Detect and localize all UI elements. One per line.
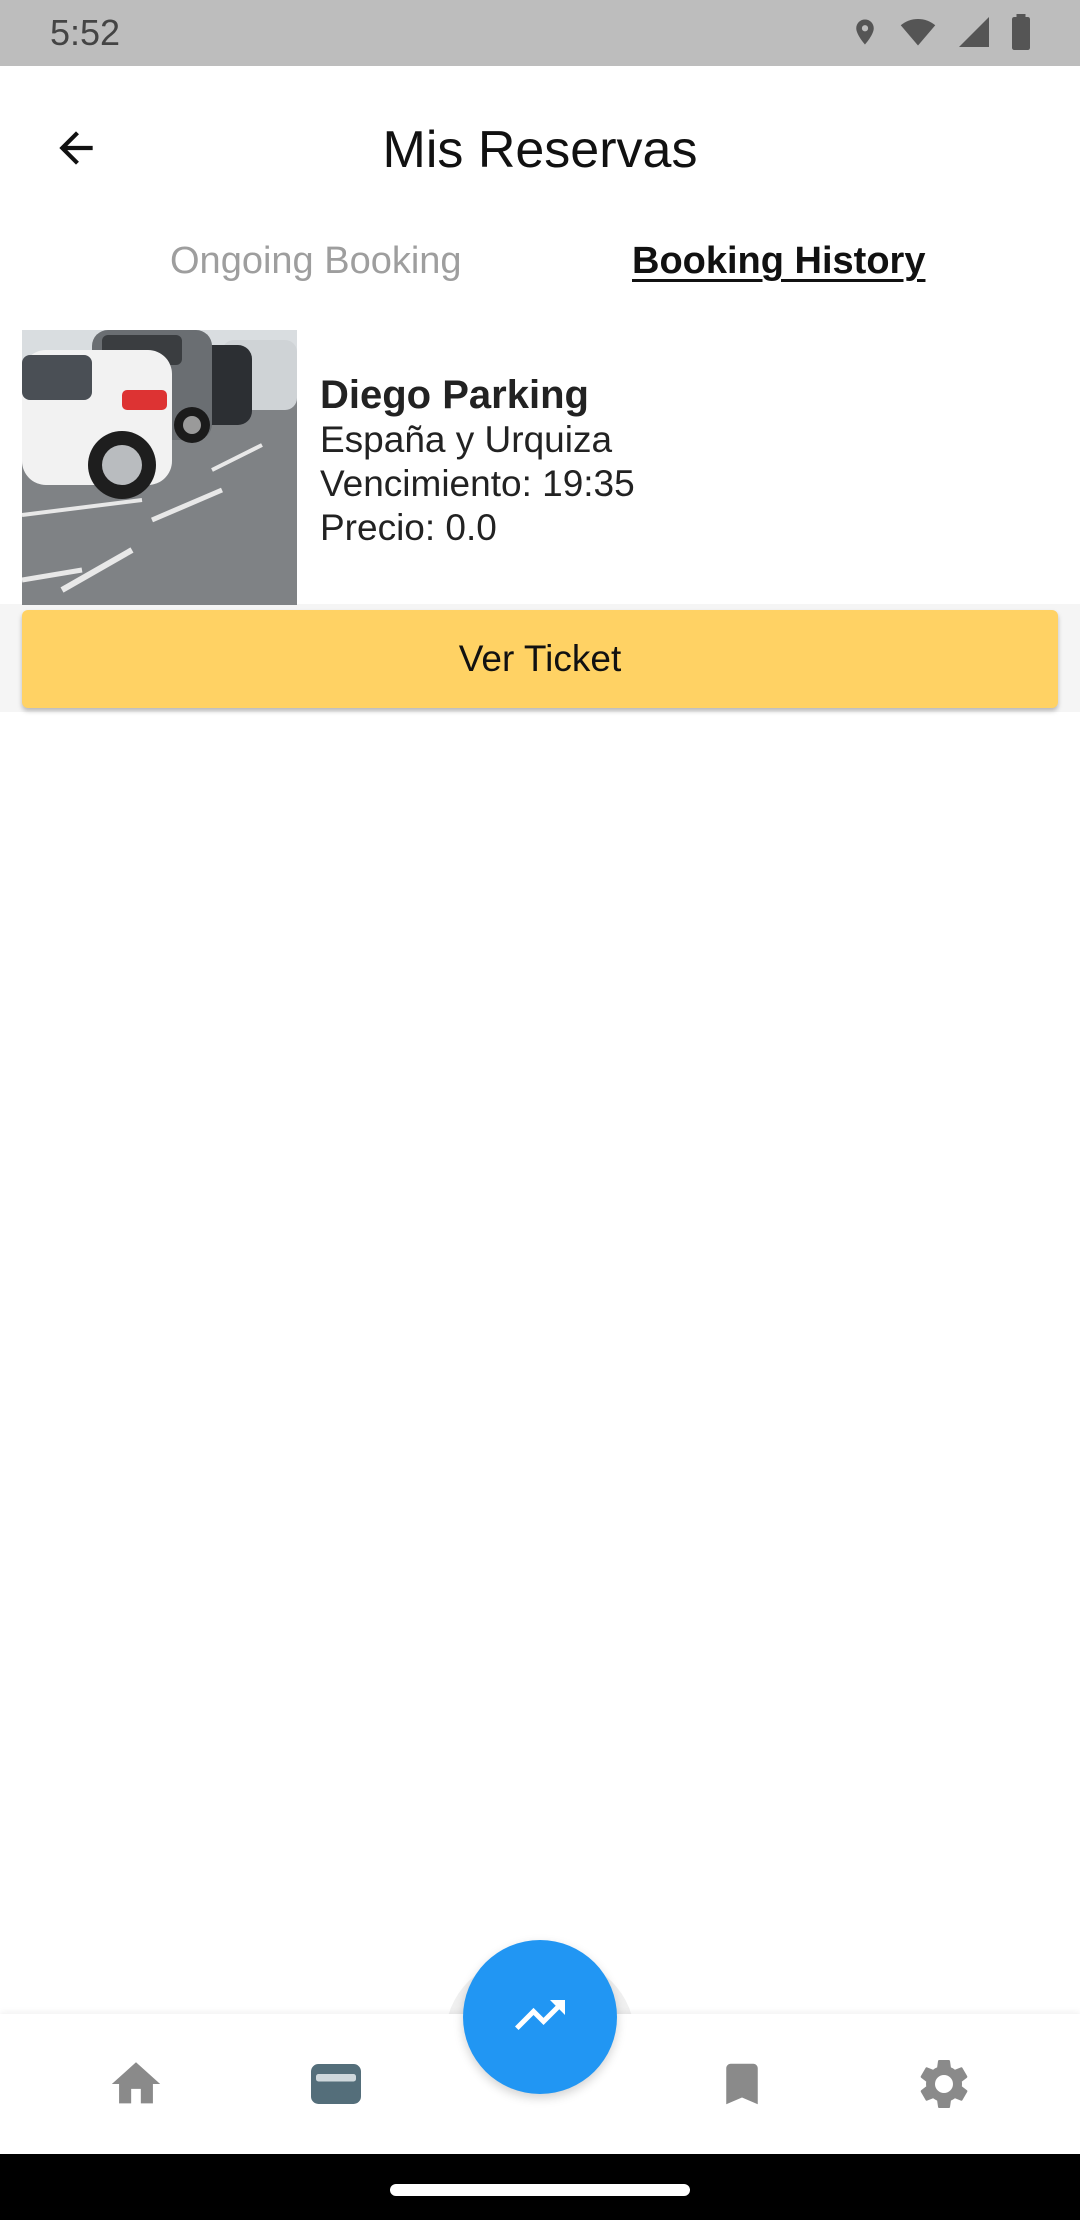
status-bar: 5:52	[0, 0, 1080, 66]
home-icon	[107, 2055, 165, 2118]
status-icons	[850, 14, 1032, 50]
wallet-icon	[306, 2054, 366, 2119]
page-title: Mis Reservas	[382, 121, 698, 179]
trending-up-icon	[510, 1985, 570, 2050]
booking-tabs: Ongoing Booking Booking History	[0, 226, 1080, 306]
status-time: 5:52	[50, 12, 121, 53]
nav-wallet[interactable]	[304, 2054, 368, 2118]
view-ticket-button[interactable]: Ver Ticket	[22, 610, 1058, 708]
settings-icon	[914, 2054, 974, 2119]
home-gesture-handle[interactable]	[390, 2184, 690, 2196]
booking-expiry: Vencimiento: 19:35	[320, 463, 635, 504]
booking-info: Diego Parking España y Urquiza Vencimien…	[320, 372, 635, 550]
wifi-icon	[898, 14, 938, 50]
stats-fab-button[interactable]	[463, 1940, 617, 2094]
tab-booking-history[interactable]: Booking History	[632, 236, 925, 286]
booking-card: Diego Parking España y Urquiza Vencimien…	[0, 330, 1080, 712]
location-icon	[850, 14, 880, 50]
bookmark-icon	[715, 2055, 769, 2118]
app-bar: Mis Reservas	[0, 66, 1080, 226]
nav-bookmark[interactable]	[710, 2054, 774, 2118]
parking-address: España y Urquiza	[320, 419, 613, 460]
battery-icon	[1010, 14, 1032, 50]
booking-price: Precio: 0.0	[320, 507, 497, 548]
tab-ongoing-booking[interactable]: Ongoing Booking	[170, 236, 462, 286]
signal-icon	[956, 14, 992, 50]
nav-home[interactable]	[104, 2054, 168, 2118]
parking-name: Diego Parking	[320, 373, 589, 417]
parking-lot-photo	[22, 330, 297, 605]
nav-settings[interactable]	[912, 2054, 976, 2118]
